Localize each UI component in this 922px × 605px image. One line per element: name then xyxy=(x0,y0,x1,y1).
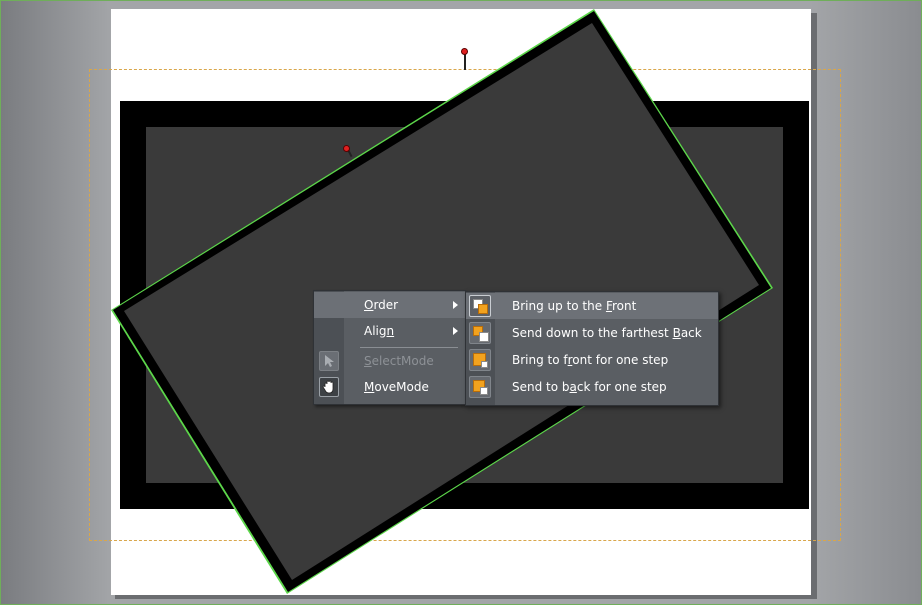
submenu-item-send-backward-label: Send to back for one step xyxy=(512,380,667,394)
submenu-item-bring-forward-label: Bring to front for one step xyxy=(512,353,669,367)
menu-item-selectmode-label: SelectMode xyxy=(364,354,434,368)
menu-item-order-label: Order xyxy=(364,298,399,312)
send-to-back-icon xyxy=(469,322,491,344)
submenu-item-bring-to-front-label: Bring up to the Front xyxy=(512,299,637,313)
menu-item-align-label: Align xyxy=(364,324,395,338)
submenu-item-send-to-back[interactable]: Send down to the farthest Back xyxy=(466,320,718,346)
submenu-item-bring-forward[interactable]: Bring to front for one step xyxy=(466,347,718,373)
menu-item-align[interactable]: Align xyxy=(314,318,465,344)
submenu-item-send-backward[interactable]: Send to back for one step xyxy=(466,374,718,400)
menu-item-selectmode[interactable]: SelectMode xyxy=(314,348,465,374)
hand-icon xyxy=(319,377,339,397)
arrow-pointer-icon xyxy=(319,351,339,371)
context-menu: Order Align SelectMode MoveMode xyxy=(313,290,466,405)
send-backward-icon xyxy=(469,376,491,398)
menu-item-movemode[interactable]: MoveMode xyxy=(314,374,465,400)
submenu-arrow-icon xyxy=(453,301,458,309)
bring-to-front-icon xyxy=(469,295,491,317)
menu-item-order[interactable]: Order xyxy=(314,292,465,318)
submenu-item-bring-to-front[interactable]: Bring up to the Front xyxy=(466,293,718,319)
menu-item-movemode-label: MoveMode xyxy=(364,380,429,394)
order-submenu: Bring up to the Front Send down to the f… xyxy=(465,291,719,406)
submenu-arrow-icon xyxy=(453,327,458,335)
submenu-item-send-to-back-label: Send down to the farthest Back xyxy=(512,326,702,340)
bring-forward-icon xyxy=(469,349,491,371)
